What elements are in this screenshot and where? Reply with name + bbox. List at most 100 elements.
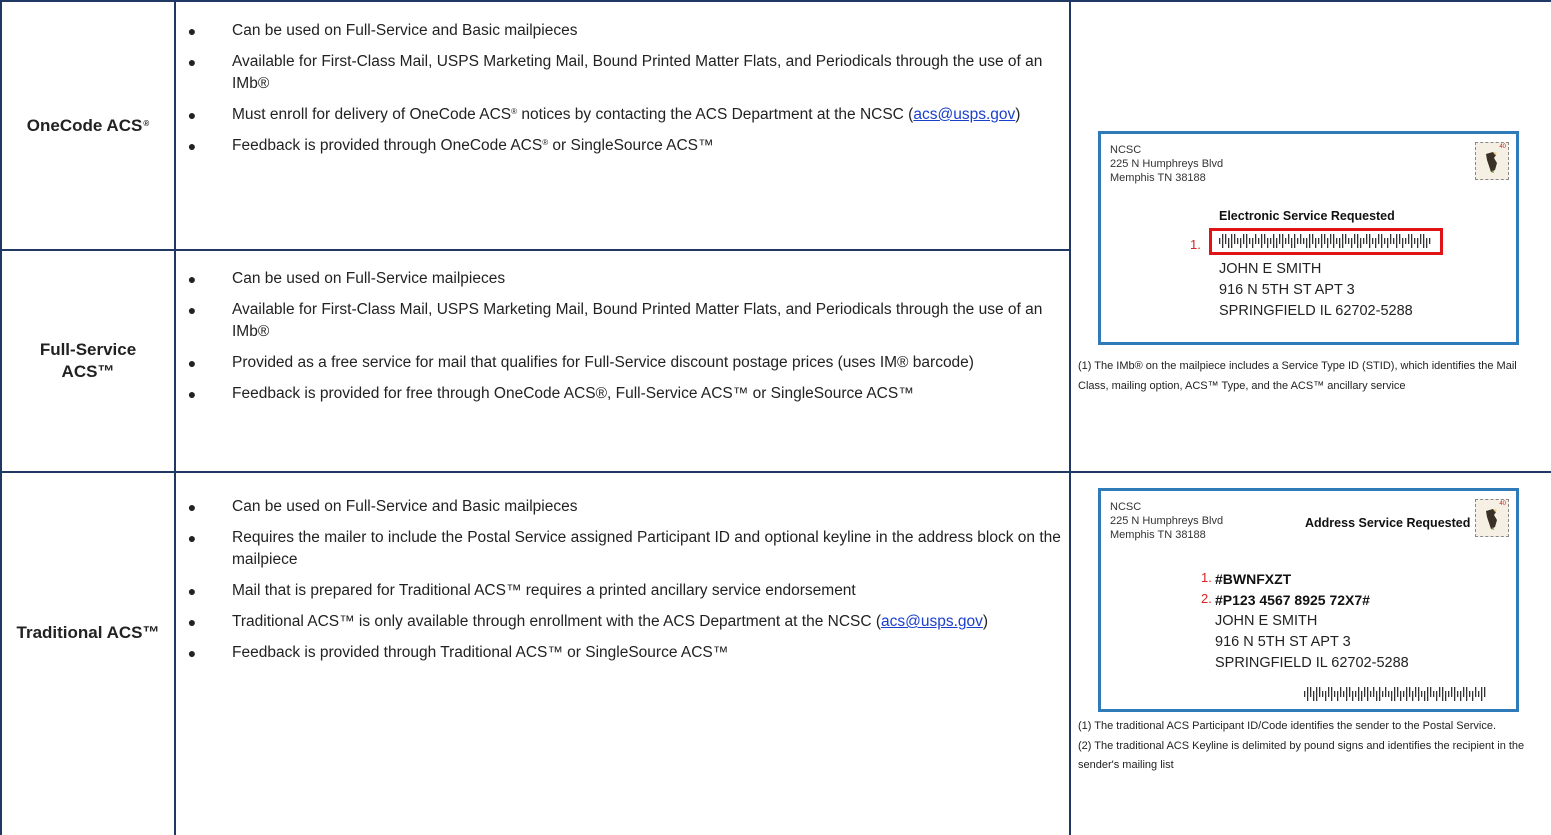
bullet-text: ) bbox=[982, 613, 989, 630]
barcode-bar bbox=[1354, 234, 1356, 244]
return-address: NCSC 225 N Humphreys Blvd Memphis TN 381… bbox=[1110, 500, 1223, 542]
registered-mark: ® bbox=[511, 107, 518, 116]
bullet-icon: ● bbox=[187, 355, 197, 371]
barcode-bar bbox=[1304, 691, 1306, 697]
recipient-line: SPRINGFIELD IL 62702-5288 bbox=[1219, 303, 1413, 319]
list-item: ● Feedback is provided for free through O… bbox=[176, 383, 1066, 405]
barcode-bar bbox=[1429, 238, 1431, 244]
barcode-bar bbox=[1228, 238, 1230, 248]
list-item: ● Traditional ACS™ is only available thro… bbox=[176, 611, 1066, 633]
barcode-bar bbox=[1373, 687, 1375, 697]
bullet-text: notices by contacting the ACS Department… bbox=[517, 106, 914, 123]
barcode-bar bbox=[1387, 238, 1389, 248]
barcode-bar bbox=[1322, 691, 1324, 697]
envelope-sample-traditional: NCSC 225 N Humphreys Blvd Memphis TN 381… bbox=[1098, 488, 1519, 712]
barcode-bar bbox=[1376, 691, 1378, 701]
barcode-bar bbox=[1342, 234, 1344, 248]
return-address-line: 225 N Humphreys Blvd bbox=[1110, 158, 1224, 170]
list-item: ● Feedback is provided through Traditiona… bbox=[176, 642, 1066, 664]
barcode-bar bbox=[1360, 238, 1362, 248]
barcode-bar bbox=[1219, 238, 1221, 244]
return-address-line: Memphis TN 38188 bbox=[1110, 172, 1206, 184]
acs-comparison-table: OneCode ACS ® ● Can be used on Full-Servic… bbox=[0, 0, 1551, 835]
bullet-text: Feedback is provided through OneCode ACS bbox=[232, 137, 543, 154]
return-address-line: Memphis TN 38188 bbox=[1110, 529, 1206, 541]
barcode-bar bbox=[1363, 238, 1365, 244]
barcode-bar bbox=[1361, 691, 1363, 701]
barcode-bar bbox=[1460, 691, 1462, 701]
barcode-bar bbox=[1400, 691, 1402, 701]
barcode-bar bbox=[1288, 234, 1290, 244]
barcode-bar bbox=[1433, 691, 1435, 697]
barcode-bar bbox=[1340, 687, 1342, 697]
recipient-line: SPRINGFIELD IL 62702-5288 bbox=[1215, 655, 1409, 671]
bullet-text: ) bbox=[1015, 106, 1021, 123]
barcode-bar bbox=[1358, 687, 1360, 701]
postage-stamp: 40 bbox=[1475, 499, 1509, 537]
barcode-bar bbox=[1276, 238, 1278, 248]
list-item: ● Available for First-Class Mail, USPS Ma… bbox=[176, 51, 1066, 95]
list-item: ● Must enroll for delivery of OneCode ACS… bbox=[176, 104, 1066, 126]
bullet-text: Requires the mailer to include the Posta… bbox=[232, 529, 1061, 568]
barcode-bar bbox=[1282, 234, 1284, 248]
list-item: ● Available for First-Class Mail, USPS Ma… bbox=[176, 299, 1066, 343]
row-divider-2 bbox=[0, 471, 1551, 473]
barcode-bar bbox=[1321, 234, 1323, 248]
barcode-bar bbox=[1270, 238, 1272, 244]
barcode-bar bbox=[1306, 238, 1308, 248]
recipient-address: JOHN E SMITH 916 N 5TH ST APT 3 SPRINGFI… bbox=[1215, 611, 1409, 674]
acs-email-link[interactable]: acs@usps.gov bbox=[913, 106, 1015, 123]
barcode-bar bbox=[1378, 234, 1380, 244]
barcode-bar bbox=[1285, 238, 1287, 244]
bullet-text: Can be used on Full-Service and Basic ma… bbox=[232, 498, 578, 515]
bullet-icon: ● bbox=[187, 530, 197, 546]
bullet-icon: ● bbox=[187, 499, 197, 515]
bullet-text: Feedback is provided through Traditional… bbox=[232, 644, 729, 661]
barcode-bar bbox=[1418, 687, 1420, 701]
barcode-bar bbox=[1327, 238, 1329, 248]
barcode-bar bbox=[1312, 234, 1314, 244]
barcode-bar bbox=[1414, 238, 1416, 244]
bullet-icon: ● bbox=[187, 271, 197, 287]
barcode-bar bbox=[1313, 691, 1315, 701]
barcode-bar bbox=[1430, 687, 1432, 697]
barcode-bar bbox=[1258, 238, 1260, 244]
list-item: ● Provided as a free service for mail tha… bbox=[176, 352, 1066, 374]
barcode-bar bbox=[1346, 687, 1348, 701]
barcode-bar bbox=[1463, 687, 1465, 697]
return-address: NCSC 225 N Humphreys Blvd Memphis TN 381… bbox=[1110, 143, 1223, 185]
barcode-bar bbox=[1345, 234, 1347, 244]
barcode-bar bbox=[1337, 691, 1339, 701]
barcode-bar bbox=[1343, 691, 1345, 697]
full-service-acs-bullets: ● Can be used on Full-Service mailpieces … bbox=[176, 268, 1066, 414]
barcode-bar bbox=[1309, 234, 1311, 248]
callout-number: 2. bbox=[1201, 591, 1212, 606]
barcode-bar bbox=[1397, 687, 1399, 697]
barcode-bar bbox=[1264, 234, 1266, 244]
barcode-bar bbox=[1255, 234, 1257, 244]
acs-email-link[interactable]: acs@usps.gov bbox=[881, 613, 983, 630]
bullet-icon: ● bbox=[187, 386, 197, 402]
barcode-bar bbox=[1328, 687, 1330, 697]
barcode-bar bbox=[1279, 234, 1281, 244]
list-item: ● Feedback is provided through OneCode AC… bbox=[176, 135, 1066, 157]
barcode-bar bbox=[1412, 691, 1414, 701]
registered-mark: ® bbox=[542, 138, 549, 147]
barcode-bar bbox=[1448, 691, 1450, 697]
barcode-bar bbox=[1406, 687, 1408, 701]
endorsement-line: Address Service Requested bbox=[1305, 516, 1471, 530]
barcode-bar bbox=[1336, 238, 1338, 244]
barcode-bar bbox=[1294, 234, 1296, 248]
barcode-bar bbox=[1310, 687, 1312, 697]
barcode-bar bbox=[1472, 691, 1474, 701]
barcode-bar bbox=[1385, 687, 1387, 697]
barcode-bar bbox=[1331, 687, 1333, 701]
registered-mark: ® bbox=[143, 118, 150, 128]
endorsement-line: Electronic Service Requested bbox=[1219, 209, 1395, 223]
barcode-bar bbox=[1315, 238, 1317, 248]
barcode-bar bbox=[1333, 234, 1335, 248]
barcode-bar bbox=[1351, 238, 1353, 248]
barcode-bar bbox=[1261, 234, 1263, 248]
barcode-bar bbox=[1291, 238, 1293, 248]
barcode-bar bbox=[1307, 687, 1309, 701]
